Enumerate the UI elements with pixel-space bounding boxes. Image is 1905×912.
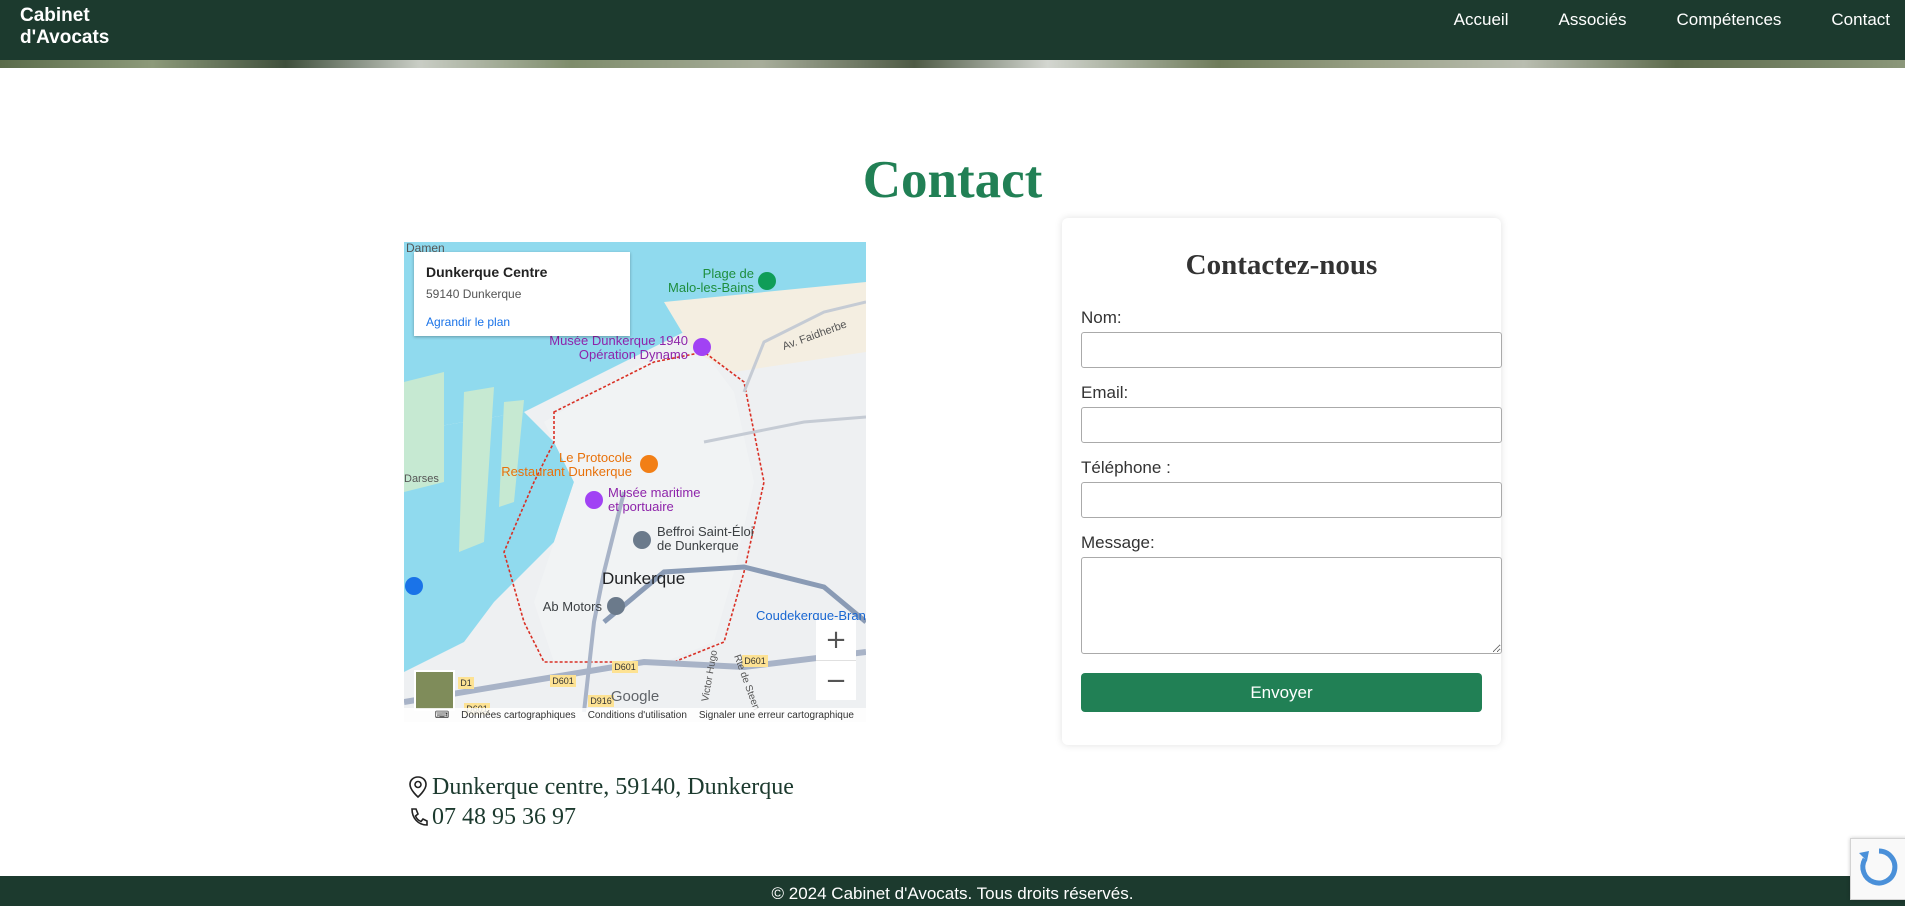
name-input[interactable] xyxy=(1081,332,1502,368)
contact-form-card: Contactez-nous Nom: Email: Téléphone : M… xyxy=(1062,218,1502,745)
road-label-d601-c: D601 xyxy=(744,656,766,666)
map-attribution: ⌨ Données cartographiques Conditions d'u… xyxy=(404,708,866,722)
road-label-d1: D1 xyxy=(460,678,472,688)
lock-pin-icon[interactable] xyxy=(405,577,423,595)
nav-contact[interactable]: Contact xyxy=(1831,10,1890,30)
road-label-d601-b: D601 xyxy=(552,676,574,686)
map-terms-link[interactable]: Conditions d'utilisation xyxy=(588,710,687,721)
ab-motors-pin-icon[interactable] xyxy=(607,597,625,615)
satellite-toggle[interactable] xyxy=(414,670,455,711)
phone-text[interactable]: 07 48 95 36 97 xyxy=(432,802,576,832)
road-label-d916: D916 xyxy=(590,696,612,706)
restaurant-pin-icon[interactable] xyxy=(640,455,658,473)
brand-line-1: Cabinet xyxy=(20,5,90,26)
map-label-plage-2: Malo-les-Bains xyxy=(668,280,754,295)
map-label-plage-1: Plage de xyxy=(703,266,754,281)
phone-label: Téléphone : xyxy=(1081,458,1171,477)
map-label-ab-motors: Ab Motors xyxy=(543,599,603,614)
address-line: Dunkerque centre, 59140, Dunkerque xyxy=(408,772,794,802)
email-input[interactable] xyxy=(1081,407,1502,443)
museum-pin-icon[interactable] xyxy=(693,338,711,356)
recaptcha-badge[interactable] xyxy=(1850,838,1905,900)
recaptcha-icon xyxy=(1859,848,1898,886)
location-pin-icon xyxy=(409,776,427,799)
map-label-darses: Darses xyxy=(404,473,439,485)
email-label: Email: xyxy=(1081,383,1129,402)
address-text: Dunkerque centre, 59140, Dunkerque xyxy=(432,774,794,800)
map-label-musee1940-2: Opération Dynamo xyxy=(579,347,688,362)
brand-line-2: d'Avocats xyxy=(20,27,110,48)
belfry-pin-icon[interactable] xyxy=(633,531,651,549)
map-card-title: Dunkerque Centre xyxy=(426,264,548,280)
nav-links: Accueil Associés Compétences Contact xyxy=(1454,0,1905,40)
zoom-in-button[interactable]: + xyxy=(816,620,856,660)
enlarge-map-link[interactable]: Agrandir le plan xyxy=(426,315,510,329)
send-button[interactable]: Envoyer xyxy=(1081,673,1482,712)
message-label: Message: xyxy=(1081,533,1155,552)
map-label-musee-maritime-1: Musée maritime xyxy=(608,485,700,500)
map-label-protocole-1: Le Protocole xyxy=(559,450,632,465)
map-card-address: 59140 Dunkerque xyxy=(426,287,522,301)
zoom-out-button[interactable]: − xyxy=(816,660,856,700)
navbar: Cabinet d'Avocats Accueil Associés Compé… xyxy=(0,0,1905,60)
map-info-card: Dunkerque Centre 59140 Dunkerque Agrandi… xyxy=(414,252,630,336)
phone-icon xyxy=(411,808,428,826)
map-data-link[interactable]: Données cartographiques xyxy=(461,710,576,721)
form-title: Contactez-nous xyxy=(1185,249,1378,281)
google-logo: Google xyxy=(611,688,659,705)
message-textarea[interactable] xyxy=(1081,557,1502,654)
museum-maritime-pin-icon[interactable] xyxy=(585,491,603,509)
contact-info: Dunkerque centre, 59140, Dunkerque 07 48… xyxy=(408,772,794,832)
phone-input[interactable] xyxy=(1081,482,1502,518)
map-label-protocole-2: Restaurant Dunkerque xyxy=(501,464,632,479)
map-label-beffroi-1: Beffroi Saint-Éloi xyxy=(657,524,754,539)
map-label-musee-maritime-2: et portuaire xyxy=(608,499,674,514)
google-map[interactable]: Damen Plage de Malo-les-Bains Musée Dunk… xyxy=(404,242,866,722)
map-label-city: Dunkerque xyxy=(602,569,685,588)
map-report-link[interactable]: Signaler une erreur cartographique xyxy=(699,710,854,721)
page-title: Contact xyxy=(862,151,1043,209)
keyboard-shortcuts-icon[interactable]: ⌨ xyxy=(435,710,449,721)
nav-associes[interactable]: Associés xyxy=(1558,10,1626,30)
map-label-beffroi-2: de Dunkerque xyxy=(657,538,739,553)
name-label: Nom: xyxy=(1081,308,1122,327)
brand-logo[interactable]: Cabinet d'Avocats xyxy=(20,5,109,49)
phone-line: 07 48 95 36 97 xyxy=(408,802,794,832)
nav-accueil[interactable]: Accueil xyxy=(1454,10,1509,30)
road-label-d601-a: D601 xyxy=(614,662,636,672)
nav-competences[interactable]: Compétences xyxy=(1677,10,1782,30)
footer: © 2024 Cabinet d'Avocats. Tous droits ré… xyxy=(0,876,1905,906)
beach-pin-icon[interactable] xyxy=(758,272,776,290)
